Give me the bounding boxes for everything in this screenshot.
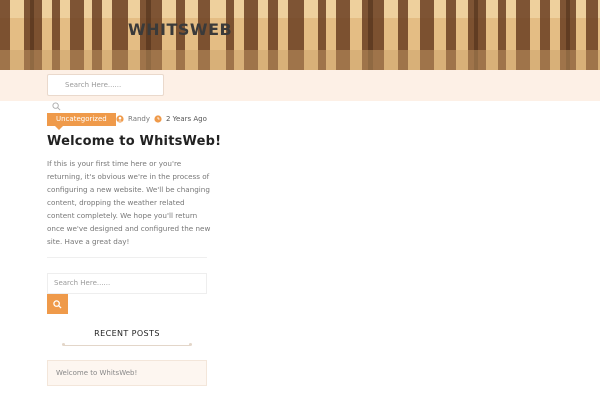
sidebar-search-input[interactable]: Search Here...... bbox=[47, 273, 207, 294]
recent-posts-heading: RECENT POSTS bbox=[94, 329, 160, 338]
sidebar-search-button[interactable] bbox=[47, 294, 68, 314]
category-badge[interactable]: Uncategorized bbox=[47, 113, 116, 130]
divider bbox=[47, 257, 207, 258]
header-banner: WHITSWEB bbox=[0, 0, 600, 70]
clock-icon bbox=[154, 115, 162, 123]
site-title[interactable]: WHITSWEB bbox=[128, 20, 232, 39]
post-author[interactable]: Randy bbox=[128, 115, 150, 123]
post-date: 2 Years Ago bbox=[166, 115, 207, 123]
heading-underline bbox=[62, 343, 192, 346]
recent-post-link[interactable]: Welcome to WhitsWeb! bbox=[47, 360, 207, 386]
post-excerpt: If this is your first time here or you'r… bbox=[47, 159, 211, 246]
post-title[interactable]: Welcome to WhitsWeb! bbox=[47, 134, 221, 149]
header-search-input[interactable]: Search Here...... bbox=[47, 74, 164, 96]
user-icon bbox=[116, 115, 124, 123]
search-icon bbox=[53, 299, 62, 309]
search-icon[interactable] bbox=[52, 102, 61, 111]
forest-background-image bbox=[0, 0, 600, 70]
